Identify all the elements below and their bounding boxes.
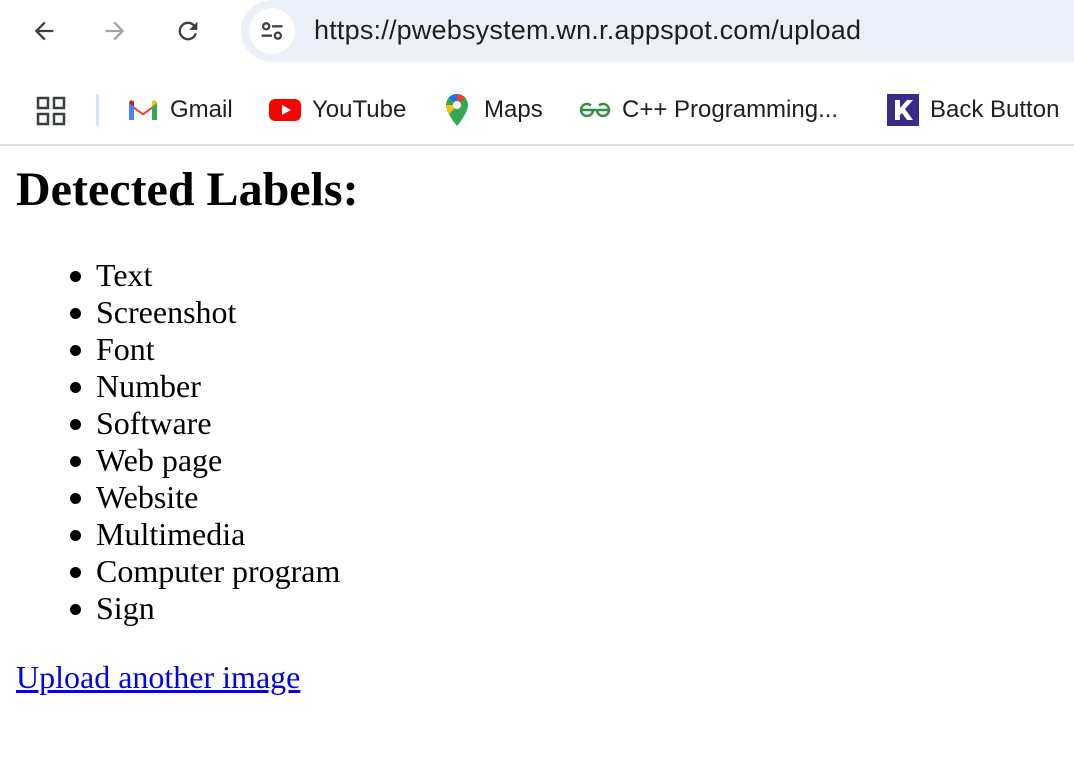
reload-icon (178, 21, 198, 41)
list-item: Text (69, 257, 340, 294)
list-item: Software (69, 405, 340, 442)
maps-pin-icon (440, 93, 474, 127)
list-item: Screenshot (69, 294, 340, 331)
page-content: Detected Labels: Text Screenshot Font Nu… (0, 146, 1074, 766)
address-bar[interactable]: https://pwebsystem.wn.r.appspot.com/uplo… (241, 0, 1074, 62)
browser-toolbar: https://pwebsystem.wn.r.appspot.com/uplo… (0, 0, 1074, 64)
bookmark-back-button[interactable]: Back Button (886, 90, 1059, 130)
forward-button[interactable] (94, 10, 136, 52)
list-item: Sign (69, 590, 340, 627)
bookmarks-divider (96, 94, 99, 126)
list-item: Website (69, 479, 340, 516)
bookmark-cpp-programming[interactable]: C++ Programming... (578, 90, 838, 130)
bookmark-gmail[interactable]: Gmail (126, 90, 233, 130)
detected-labels-list: Text Screenshot Font Number Software Web… (69, 257, 341, 627)
list-item: Font (69, 331, 340, 368)
bookmark-label: C++ Programming... (622, 96, 839, 123)
list-item: Multimedia (69, 516, 340, 553)
bookmarks-bar: Gmail YouTube Maps C++ Programming... Ba… (0, 82, 1074, 138)
list-item: Number (69, 368, 340, 405)
list-item: Computer program (69, 553, 341, 589)
apps-grid-icon[interactable] (36, 96, 66, 126)
arrow-right-icon (105, 21, 125, 41)
youtube-icon (268, 93, 302, 127)
bookmark-label: Gmail (170, 96, 233, 123)
bookmark-youtube[interactable]: YouTube (268, 90, 406, 130)
arrow-left-icon (34, 21, 54, 41)
back-button[interactable] (23, 10, 65, 52)
geeksforgeeks-icon (578, 93, 612, 127)
page-title: Detected Labels: (16, 163, 359, 216)
upload-another-image-link[interactable]: Upload another image (16, 659, 300, 696)
list-item: Web page (69, 442, 340, 479)
reload-button[interactable] (167, 10, 209, 52)
bookmark-maps[interactable]: Maps (440, 90, 543, 130)
site-info-button[interactable] (249, 8, 295, 54)
bookmark-label: Back Button (930, 96, 1060, 123)
gmail-icon (126, 93, 160, 127)
tune-icon (261, 22, 283, 40)
bookmark-label: Maps (484, 96, 543, 123)
k-logo-icon (886, 93, 920, 127)
url-text[interactable]: https://pwebsystem.wn.r.appspot.com/uplo… (314, 15, 861, 46)
bookmark-label: YouTube (312, 96, 407, 123)
